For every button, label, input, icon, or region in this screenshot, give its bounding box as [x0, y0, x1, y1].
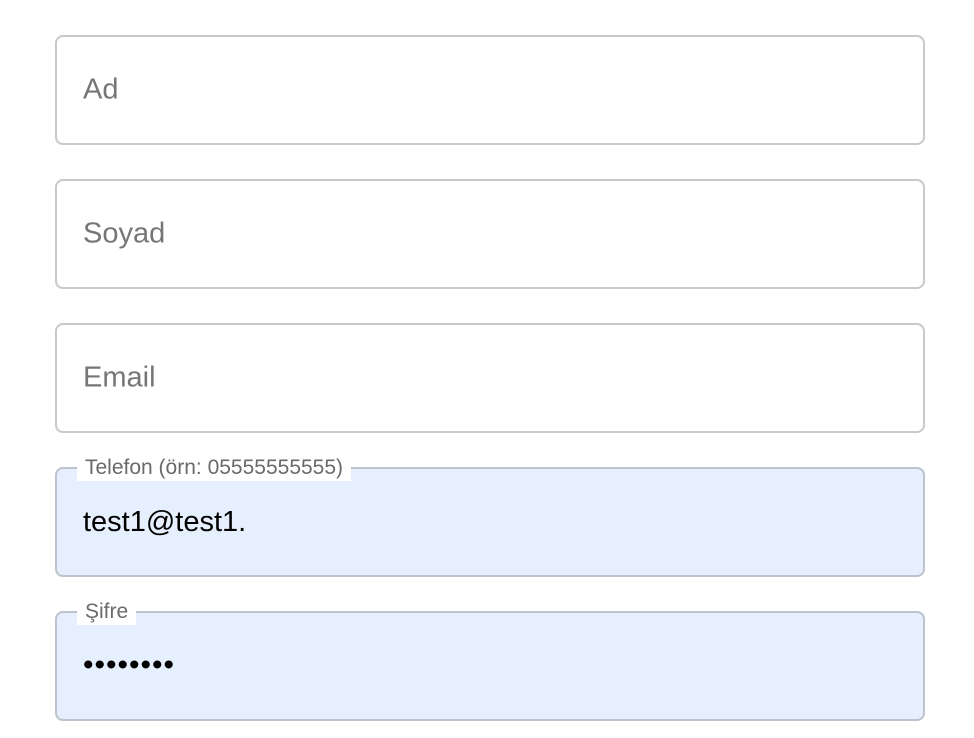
password-field[interactable]: Şifre •••••••• [55, 599, 925, 721]
phone-field[interactable]: Telefon (örn: 05555555555) test1@test1. [55, 455, 925, 577]
first-name-field[interactable]: Ad [55, 35, 925, 145]
phone-label: Telefon (örn: 05555555555) [77, 455, 352, 481]
first-name-placeholder: Ad [83, 73, 119, 106]
email-placeholder: Email [83, 361, 156, 394]
password-value: •••••••• [83, 648, 176, 682]
email-field[interactable]: Email [55, 323, 925, 433]
last-name-field[interactable]: Soyad [55, 179, 925, 289]
password-label: Şifre [77, 599, 137, 625]
phone-value: test1@test1. [83, 506, 247, 539]
last-name-placeholder: Soyad [83, 217, 166, 250]
